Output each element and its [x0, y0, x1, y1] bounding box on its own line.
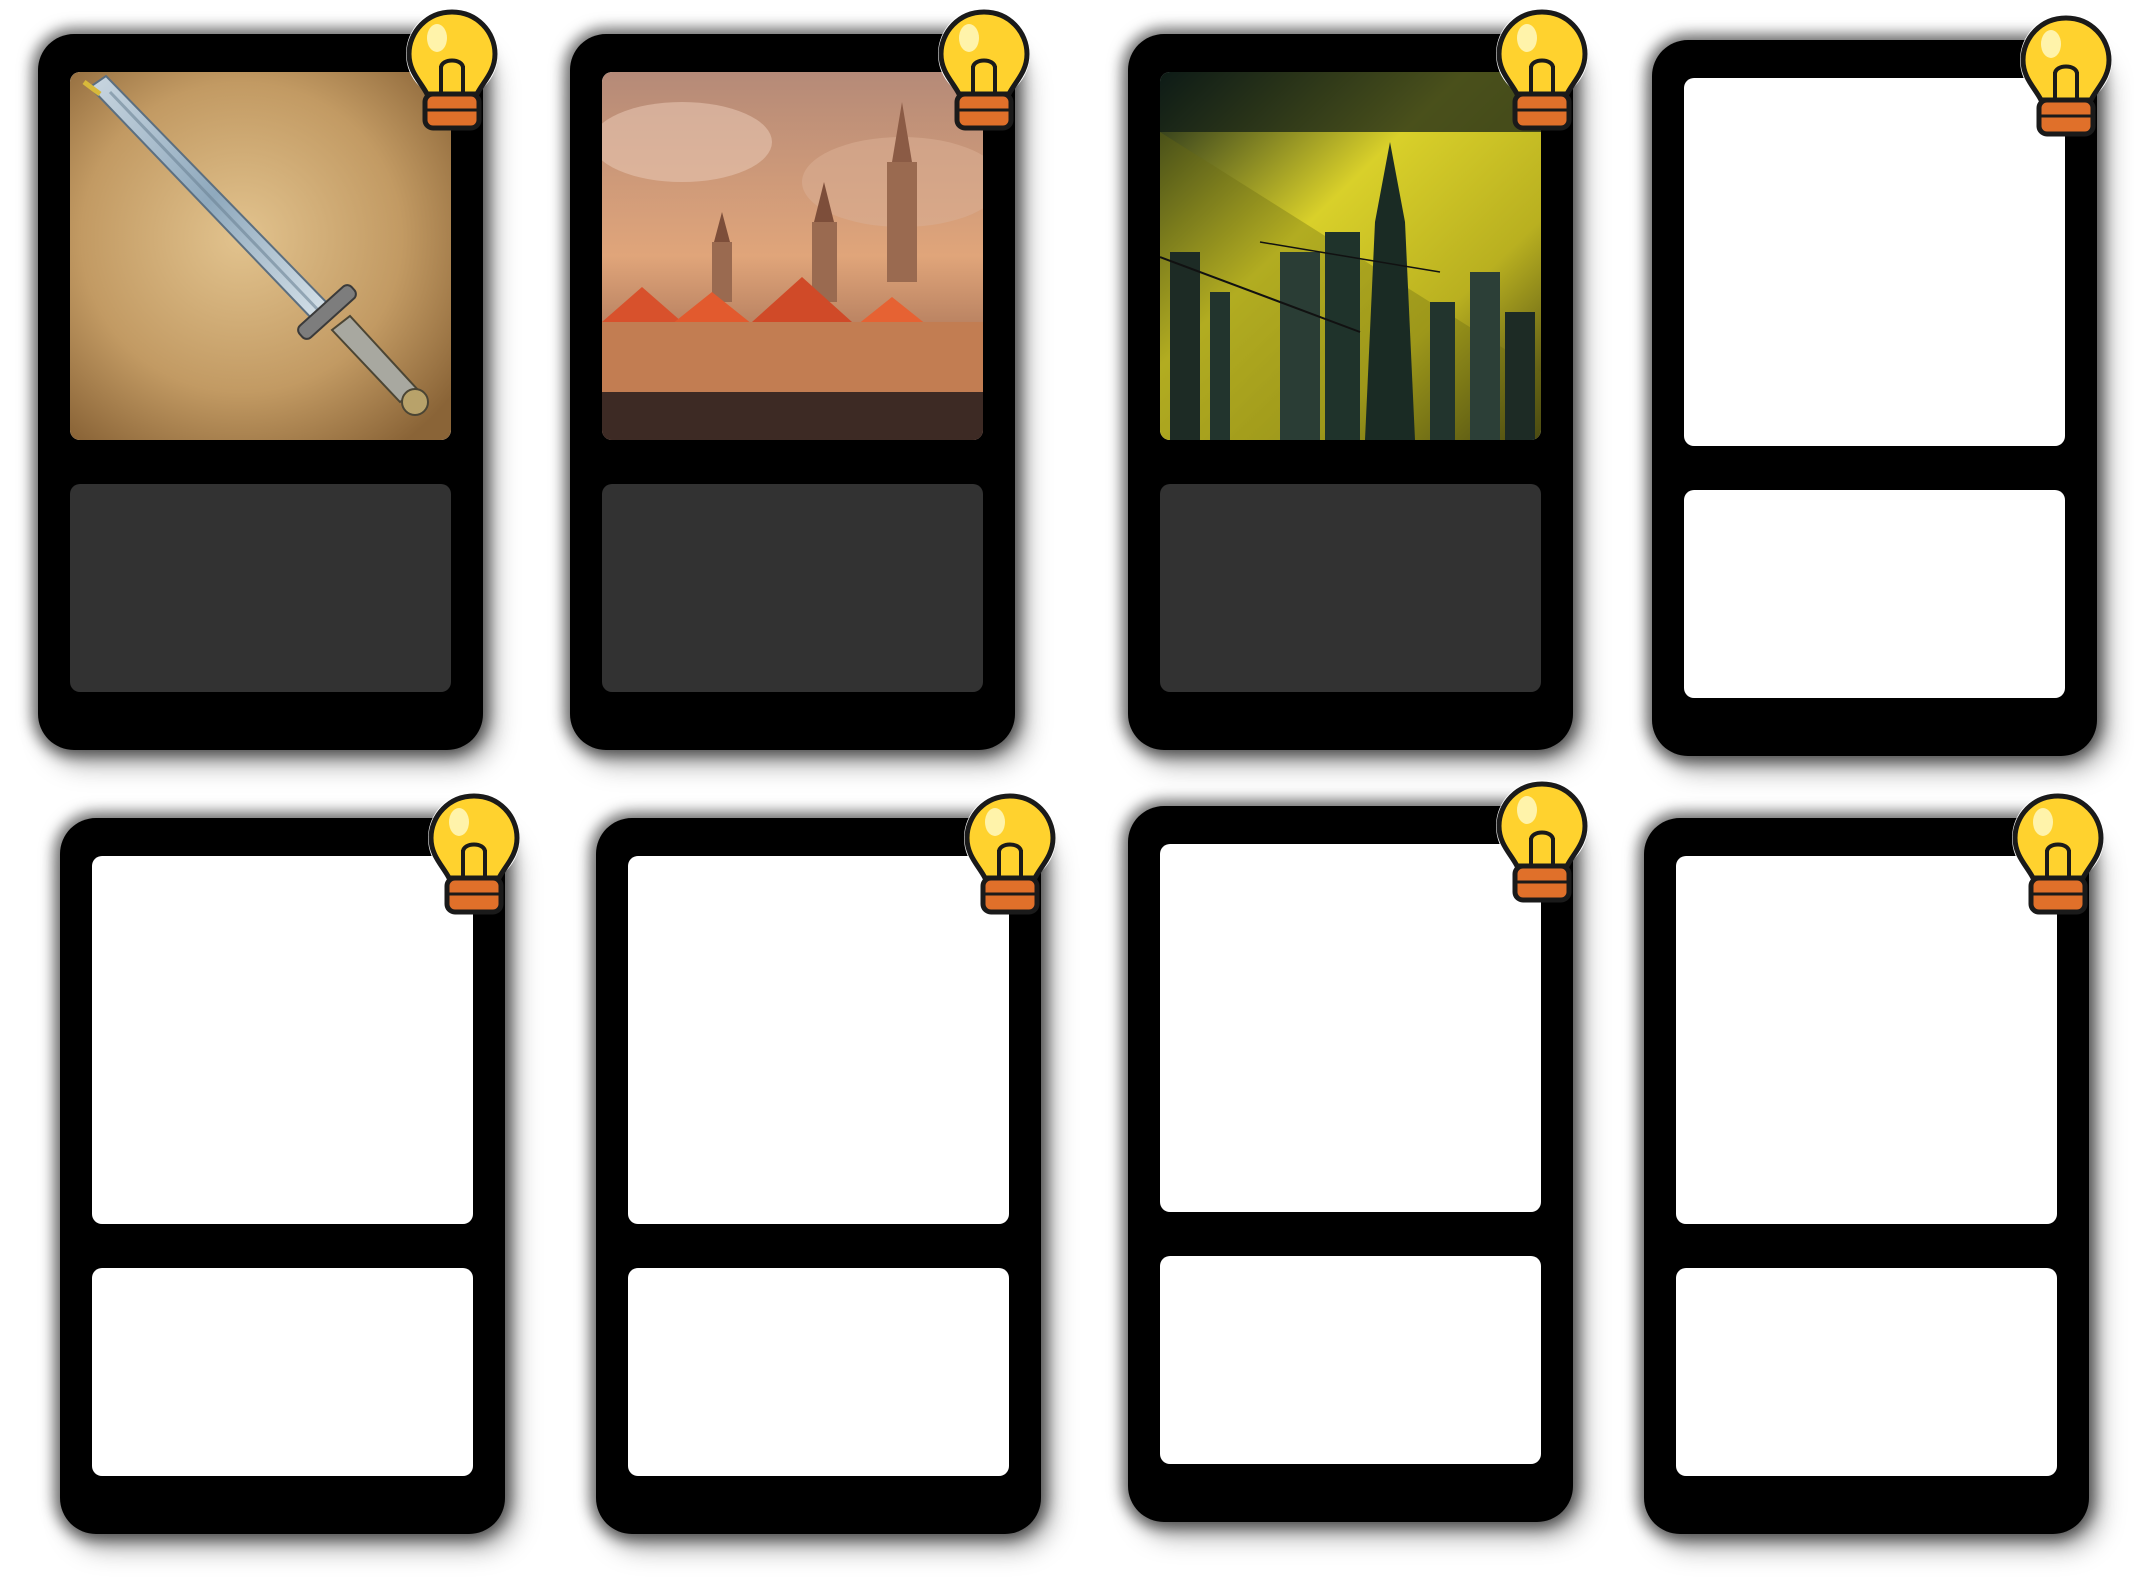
card-text-box — [1160, 484, 1541, 692]
lightbulb-icon[interactable] — [397, 6, 507, 146]
card-cyber-city[interactable] — [1122, 8, 1588, 756]
lightbulb-icon[interactable] — [1487, 778, 1597, 918]
card-blank[interactable] — [1646, 14, 2112, 762]
card-blank[interactable] — [590, 792, 1056, 1540]
card-art-castle-town — [602, 72, 983, 440]
card-text-box — [70, 484, 451, 692]
card-sword[interactable] — [32, 8, 498, 756]
card-art-blank — [1676, 856, 2057, 1224]
card-art-cyber-city — [1160, 72, 1541, 440]
card-text-box — [628, 1268, 1009, 1476]
lightbulb-icon[interactable] — [2003, 790, 2113, 930]
card-art-blank — [1160, 844, 1541, 1212]
card-text-box — [92, 1268, 473, 1476]
lightbulb-icon[interactable] — [1487, 6, 1597, 146]
lightbulb-icon[interactable] — [419, 790, 529, 930]
card-art-blank — [92, 856, 473, 1224]
card-blank[interactable] — [54, 792, 520, 1540]
lightbulb-icon[interactable] — [955, 790, 1065, 930]
lightbulb-icon[interactable] — [929, 6, 1039, 146]
card-art-blank — [628, 856, 1009, 1224]
card-blank[interactable] — [1122, 780, 1588, 1528]
card-text-box — [1684, 490, 2065, 698]
card-text-box — [602, 484, 983, 692]
card-blank[interactable] — [1638, 792, 2104, 1540]
card-text-box — [1676, 1268, 2057, 1476]
card-text-box — [1160, 1256, 1541, 1464]
card-art-sword — [70, 72, 451, 440]
lightbulb-icon[interactable] — [2011, 12, 2121, 152]
card-grid — [0, 0, 2134, 1579]
card-castle-town[interactable] — [564, 8, 1030, 756]
card-art-blank — [1684, 78, 2065, 446]
